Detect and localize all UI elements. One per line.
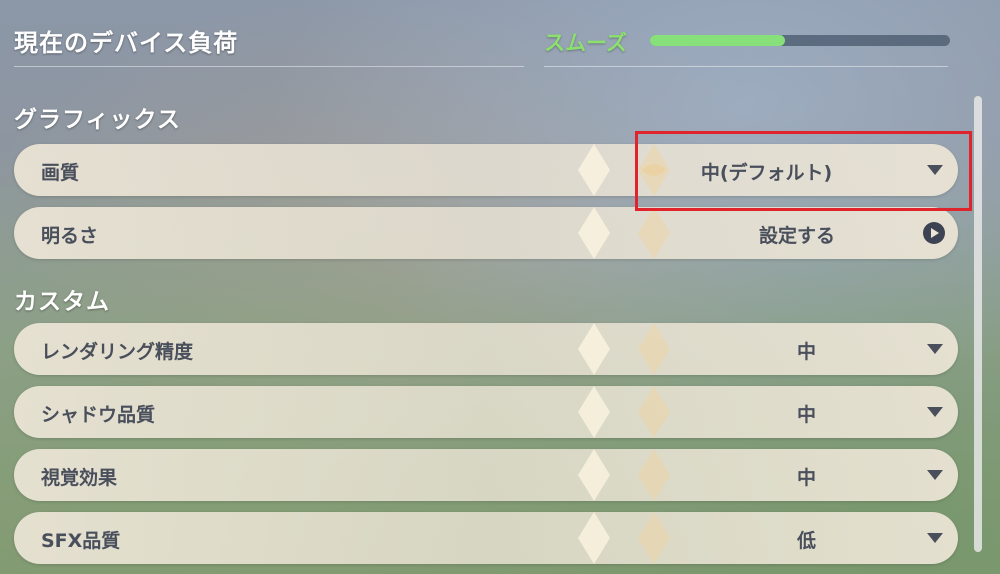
device-load-bar-fill: [650, 35, 785, 46]
setting-row-brightness[interactable]: 明るさ 設定する: [14, 207, 958, 259]
setting-row-sfx-quality[interactable]: SFX品質 低: [14, 512, 958, 564]
device-load-header: 現在のデバイス負荷 スムーズ: [0, 0, 1000, 70]
setting-label: 視覚効果: [41, 467, 118, 489]
section-title-custom: カスタム: [14, 289, 110, 315]
setting-label: レンダリング精度: [41, 341, 194, 363]
setting-value: 低: [796, 530, 816, 552]
setting-value: 中: [796, 341, 816, 363]
caret-down-icon[interactable]: [926, 532, 944, 544]
header-divider-left: [14, 66, 524, 67]
play-circle-icon[interactable]: [922, 221, 946, 245]
device-load-bar: [650, 35, 950, 46]
setting-row-visual-effects[interactable]: 視覚効果 中: [14, 449, 958, 501]
setting-value: 設定する: [759, 225, 836, 247]
caret-down-icon[interactable]: [926, 406, 944, 418]
caret-down-icon[interactable]: [926, 469, 944, 481]
highlight-annotation-box: [635, 131, 972, 211]
caret-down-icon[interactable]: [926, 343, 944, 355]
setting-label: 明るさ: [41, 225, 99, 247]
scrollbar[interactable]: [974, 96, 982, 552]
header-divider-right: [544, 66, 948, 67]
setting-row-render-resolution[interactable]: レンダリング精度 中: [14, 323, 958, 375]
setting-label: シャドウ品質: [41, 404, 156, 426]
setting-value: 中: [796, 404, 816, 426]
device-load-status: スムーズ: [544, 31, 627, 55]
setting-label: 画質: [41, 162, 80, 184]
device-load-title: 現在のデバイス負荷: [14, 29, 239, 57]
section-title-graphics: グラフィックス: [14, 107, 181, 133]
setting-row-shadow-quality[interactable]: シャドウ品質 中: [14, 386, 958, 438]
setting-label: SFX品質: [41, 530, 121, 552]
setting-value: 中: [796, 467, 816, 489]
